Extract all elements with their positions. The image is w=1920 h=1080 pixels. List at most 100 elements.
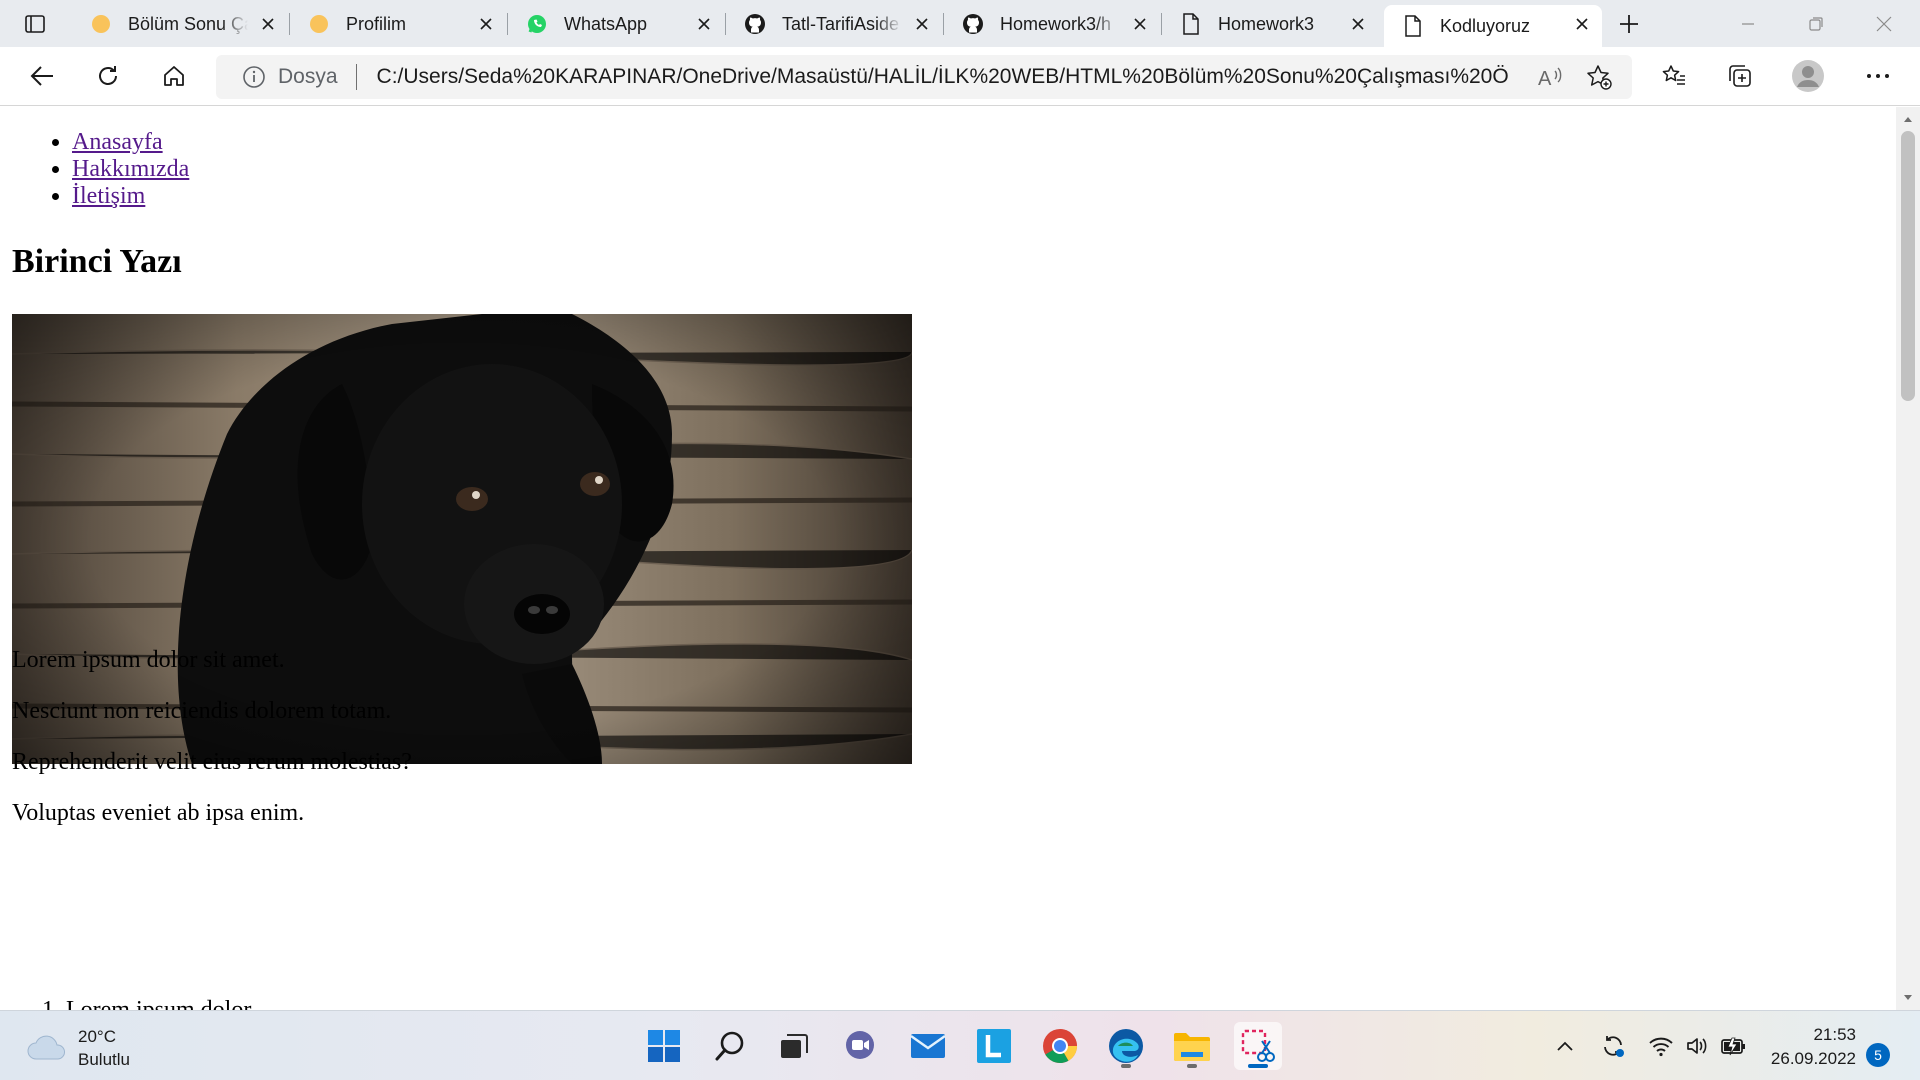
speaker-icon: [1687, 1038, 1707, 1054]
paragraph: Nesciunt non reiciendis dolorem totam.: [12, 698, 392, 724]
active-indicator: [1248, 1064, 1268, 1068]
close-icon[interactable]: [694, 14, 714, 34]
favorites-star-list-icon: [1662, 65, 1685, 85]
edge-button[interactable]: [1102, 1022, 1150, 1070]
tab-title: Kodluyoruz: [1440, 15, 1531, 36]
url-text[interactable]: C:/Users/Seda%20KARAPINAR/OneDrive/Masaü…: [377, 65, 1509, 89]
restore-button[interactable]: [1782, 0, 1850, 47]
paragraph: Lorem ipsum dolor sit amet.: [12, 647, 285, 673]
tab-title: Tatl-TarifiAside: [782, 13, 900, 34]
wifi-button[interactable]: [1644, 1029, 1678, 1063]
notification-badge[interactable]: 5: [1866, 1043, 1890, 1067]
tab-actions-icon: [25, 15, 45, 33]
vertical-scrollbar[interactable]: [1896, 107, 1920, 1010]
tab-actions-menu-button[interactable]: [14, 8, 56, 40]
profile-button[interactable]: [1788, 57, 1828, 95]
orange-dot-icon: [308, 13, 330, 35]
add-favorite-icon[interactable]: [1586, 64, 1612, 90]
wifi-icon: [1649, 1037, 1673, 1057]
weather-widget[interactable]: 20°C Bulutlu: [26, 1025, 130, 1071]
more-horizontal-icon: [1867, 74, 1889, 78]
battery-button[interactable]: [1716, 1029, 1750, 1063]
file-scheme-label: Dosya: [278, 65, 338, 88]
task-view-icon: [781, 1034, 808, 1058]
minimize-button[interactable]: [1714, 0, 1782, 47]
browser-toolbar: Dosya C:/Users/Seda%20KARAPINAR/OneDrive…: [0, 47, 1920, 106]
edge-icon: [1109, 1029, 1143, 1063]
collections-button[interactable]: [1720, 57, 1760, 95]
info-icon[interactable]: [242, 65, 266, 89]
tab-homework3[interactable]: Homework3: [1162, 5, 1378, 43]
clock[interactable]: 21:53 26.09.2022: [1760, 1023, 1856, 1071]
orange-dot-icon: [90, 13, 112, 35]
chrome-button[interactable]: [1036, 1022, 1084, 1070]
tab-title: Homework3/h: [1000, 13, 1112, 34]
battery-charging-icon: [1721, 1037, 1745, 1056]
plus-icon: [1620, 15, 1638, 33]
minimize-icon: [1742, 22, 1754, 25]
tab-strip: Bölüm Sonu Ça Profilim WhatsApp Tatl-Tar…: [0, 0, 1920, 47]
close-icon[interactable]: [258, 14, 278, 34]
puppy-photo: [12, 314, 912, 764]
scrollbar-thumb[interactable]: [1901, 131, 1915, 401]
tab-bolum-sonu[interactable]: Bölüm Sonu Ça: [72, 5, 288, 43]
svg-text:A: A: [1538, 68, 1552, 89]
close-icon[interactable]: [912, 14, 932, 34]
nav-item: İletişim: [72, 183, 189, 210]
nav-link-anasayfa[interactable]: Anasayfa: [72, 129, 163, 155]
weather-temperature: 20°C: [78, 1027, 116, 1046]
new-tab-button[interactable]: [1612, 8, 1646, 40]
mail-icon: [910, 1034, 946, 1058]
close-icon[interactable]: [476, 14, 496, 34]
sync-button[interactable]: [1596, 1029, 1630, 1063]
scroll-up-arrow-icon[interactable]: [1902, 113, 1914, 125]
windows-taskbar: 20°C Bulutlu 21:53 26.09.2022 5: [0, 1010, 1920, 1080]
tab-whatsapp[interactable]: WhatsApp: [508, 5, 724, 43]
settings-more-button[interactable]: [1858, 57, 1898, 95]
mail-button[interactable]: [904, 1022, 952, 1070]
close-icon[interactable]: [1130, 14, 1150, 34]
file-explorer-button[interactable]: [1168, 1022, 1216, 1070]
cloud-icon: [27, 1035, 65, 1060]
chrome-icon: [1043, 1029, 1077, 1063]
scroll-down-arrow-icon[interactable]: [1902, 992, 1914, 1004]
running-indicator: [1121, 1064, 1131, 1068]
page-icon: [1180, 13, 1202, 35]
tab-kodluyoruz[interactable]: Kodluyoruz: [1384, 5, 1602, 47]
weather-condition: Bulutlu: [78, 1050, 130, 1069]
site-nav: Anasayfa Hakkımızda İletişim: [72, 129, 189, 210]
address-bar[interactable]: Dosya C:/Users/Seda%20KARAPINAR/OneDrive…: [216, 55, 1632, 99]
snipping-tool-button[interactable]: [1234, 1022, 1282, 1070]
read-aloud-icon[interactable]: A: [1538, 65, 1564, 89]
arrow-left-icon: [30, 66, 53, 86]
teams-chat-button[interactable]: [836, 1022, 884, 1070]
clock-time: 21:53: [1813, 1025, 1856, 1044]
folder-icon: [1174, 1033, 1210, 1061]
nav-item: Hakkımızda: [72, 156, 189, 183]
window-close-button[interactable]: [1850, 0, 1918, 47]
refresh-button[interactable]: [88, 57, 128, 95]
page-icon: [1402, 15, 1424, 37]
nav-item: Anasayfa: [72, 129, 189, 156]
clock-date: 26.09.2022: [1770, 1049, 1856, 1068]
paragraph: Voluptas eveniet ab ipsa enim.: [12, 800, 305, 826]
close-icon[interactable]: [1348, 14, 1368, 34]
favorites-button[interactable]: [1654, 57, 1694, 95]
close-icon[interactable]: [1572, 14, 1592, 34]
back-button[interactable]: [22, 57, 62, 95]
app-l-button[interactable]: [970, 1022, 1018, 1070]
nav-link-iletisim[interactable]: İletişim: [72, 183, 145, 209]
search-button[interactable]: [706, 1022, 754, 1070]
show-hidden-icons-button[interactable]: [1548, 1029, 1582, 1063]
start-button[interactable]: [640, 1022, 688, 1070]
tab-tatli-tarifi[interactable]: Tatl-TarifiAside: [726, 5, 942, 43]
home-button[interactable]: [154, 57, 194, 95]
paragraph: Reprehenderit velit eius rerum molestias…: [12, 749, 412, 775]
tab-homework3-github[interactable]: Homework3/h: [944, 5, 1160, 43]
tab-profilim[interactable]: Profilim: [290, 5, 506, 43]
tab-title: Homework3: [1218, 13, 1315, 34]
task-view-button[interactable]: [770, 1022, 818, 1070]
volume-button[interactable]: [1680, 1029, 1714, 1063]
collections-icon: [1729, 65, 1751, 87]
nav-link-hakkimizda[interactable]: Hakkımızda: [72, 156, 189, 182]
